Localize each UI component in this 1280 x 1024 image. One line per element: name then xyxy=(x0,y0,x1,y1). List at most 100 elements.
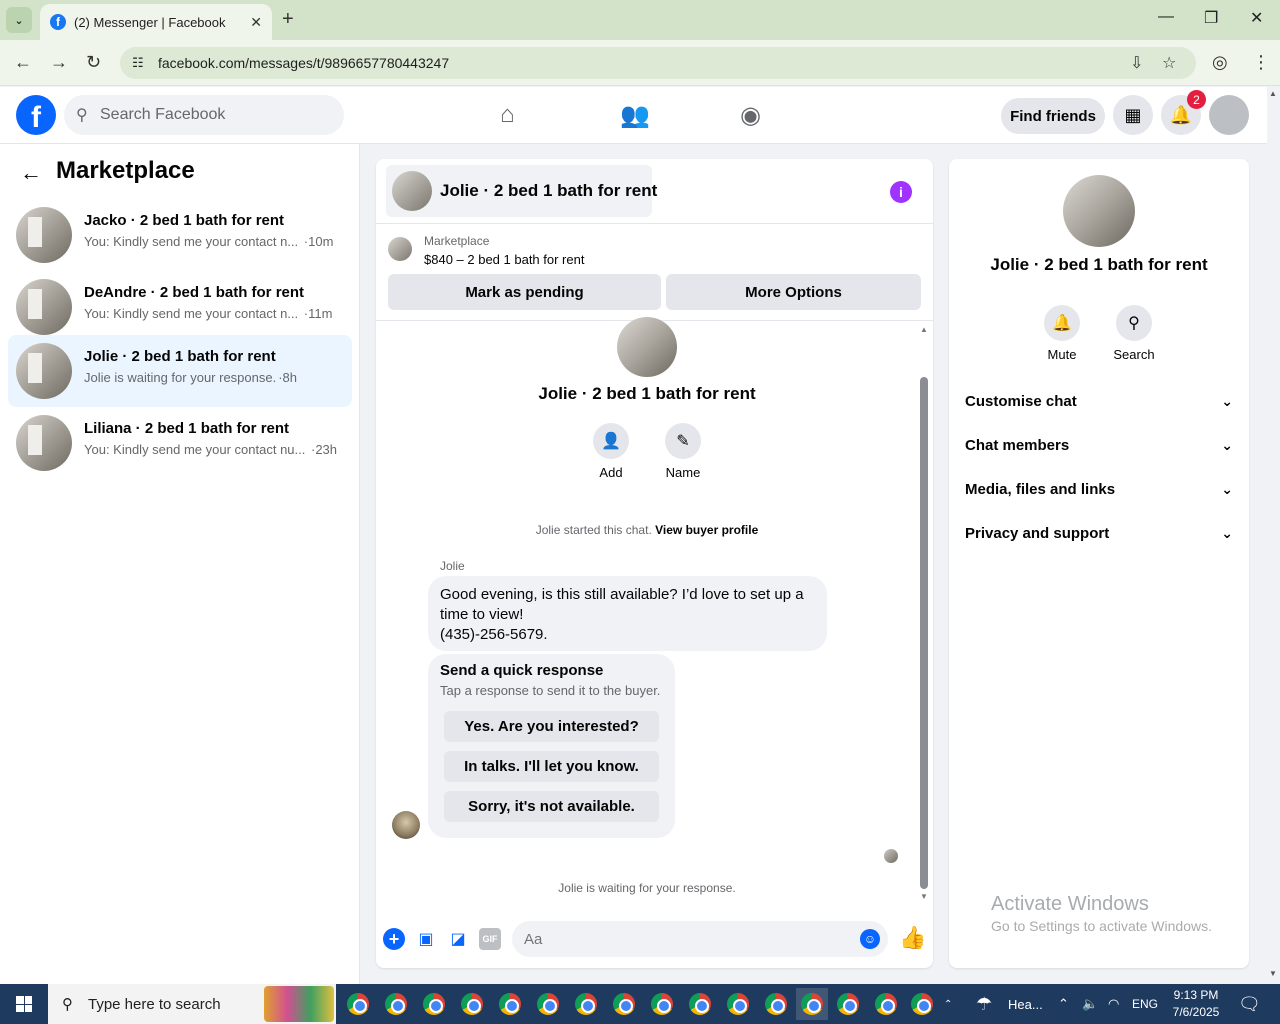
volume-icon[interactable]: 🔈 xyxy=(1082,984,1098,1024)
quick-reply-interested[interactable]: Yes. Are you interested? xyxy=(444,711,659,742)
quick-reply-not-available[interactable]: Sorry, it's not available. xyxy=(444,791,659,822)
activate-windows-watermark: Activate Windows Go to Settings to activ… xyxy=(991,893,1212,934)
notifications-center-icon[interactable]: 🗨 xyxy=(1238,984,1261,1024)
thumbs-up-icon[interactable]: 👍 xyxy=(899,925,926,951)
mute-button[interactable]: 🔔 Mute xyxy=(1032,305,1092,362)
message-input[interactable] xyxy=(512,921,888,957)
browser-toolbar: ← → ↻ ☷ facebook.com/messages/t/98966577… xyxy=(0,40,1280,86)
taskbar-chrome-icon[interactable] xyxy=(570,988,602,1020)
taskbar-chrome-icon[interactable] xyxy=(380,988,412,1020)
taskbar-chrome-icon[interactable] xyxy=(456,988,488,1020)
taskbar-chrome-icon[interactable] xyxy=(646,988,678,1020)
browser-tabbar: ⌄ f (2) Messenger | Facebook ✕ + — ❐ ✕ xyxy=(0,0,1280,40)
taskbar-chrome-icon[interactable] xyxy=(418,988,450,1020)
reload-icon[interactable]: ↻ xyxy=(86,52,101,73)
facebook-search-input[interactable]: ⚲ Search Facebook xyxy=(64,95,344,135)
restore-icon[interactable]: ❐ xyxy=(1204,8,1218,28)
language-indicator[interactable]: ENG xyxy=(1132,984,1158,1024)
taskbar-chrome-icon-active[interactable] xyxy=(796,988,828,1020)
home-icon[interactable]: ⌂ xyxy=(500,101,515,129)
search-chat-button[interactable]: ⚲ Search xyxy=(1104,305,1164,362)
conversation-preview: You: Kindly send me your contact n... ·1… xyxy=(84,234,334,249)
emoji-icon[interactable]: ☺ xyxy=(860,929,880,949)
chat-members-row[interactable]: Chat members ⌄ xyxy=(965,425,1233,465)
conversation-item[interactable]: Jacko · 2 bed 1 bath for rent You: Kindl… xyxy=(8,199,352,271)
more-options-button[interactable]: More Options xyxy=(666,274,921,310)
start-button[interactable] xyxy=(0,984,48,1024)
sticker-icon[interactable]: ◪ xyxy=(447,928,469,950)
scroll-up-icon[interactable]: ▲ xyxy=(1269,89,1277,98)
add-people-button[interactable]: 👤 Add xyxy=(581,423,641,480)
customise-chat-row[interactable]: Customise chat ⌄ xyxy=(965,381,1233,421)
listing-price[interactable]: $840 – 2 bed 1 bath for rent xyxy=(424,252,584,267)
edit-name-button[interactable]: ✎ Name xyxy=(653,423,713,480)
taskbar-chrome-icon[interactable] xyxy=(608,988,640,1020)
divider xyxy=(376,223,933,224)
find-friends-button[interactable]: Find friends xyxy=(1001,98,1105,134)
privacy-support-row[interactable]: Privacy and support ⌄ xyxy=(965,513,1233,553)
scroll-down-icon[interactable]: ▼ xyxy=(1269,969,1277,978)
taskbar-chrome-icon[interactable] xyxy=(532,988,564,1020)
new-tab-icon[interactable]: + xyxy=(282,8,294,31)
menu-grid-icon[interactable]: ▦ xyxy=(1113,95,1153,135)
conversation-preview: Jolie is waiting for your response. ·8h xyxy=(84,370,297,385)
taskbar-chrome-icon[interactable] xyxy=(906,988,938,1020)
taskbar-chrome-icon[interactable] xyxy=(684,988,716,1020)
conversation-item-active[interactable]: Jolie · 2 bed 1 bath for rent Jolie is w… xyxy=(8,335,352,407)
taskbar-chrome-icon[interactable] xyxy=(494,988,526,1020)
page-scrollbar[interactable]: ▲ ▼ xyxy=(1267,87,1280,984)
scroll-up-icon[interactable]: ▲ xyxy=(920,325,928,334)
scroll-thumb[interactable] xyxy=(920,377,928,889)
view-buyer-profile-link[interactable]: View buyer profile xyxy=(655,523,758,537)
friends-icon[interactable]: 👥 xyxy=(620,101,650,130)
weather-umbrella-icon[interactable]: ☂ xyxy=(976,984,992,1024)
conversation-avatar xyxy=(16,415,72,471)
tab-search-dropdown[interactable]: ⌄ xyxy=(6,7,32,33)
conversation-name: Jacko · 2 bed 1 bath for rent xyxy=(84,212,285,229)
account-avatar[interactable] xyxy=(1209,95,1249,135)
chat-header[interactable]: Jolie · 2 bed 1 bath for rent xyxy=(386,165,657,217)
groups-icon[interactable]: ◉ xyxy=(740,101,761,130)
mark-as-pending-button[interactable]: Mark as pending xyxy=(388,274,661,310)
show-hidden-icons-icon[interactable]: ⌃ xyxy=(1058,984,1069,1024)
menu-kebab-icon[interactable]: ⋮ xyxy=(1252,52,1270,73)
quick-reply-in-talks[interactable]: In talks. I'll let you know. xyxy=(444,751,659,782)
taskbar-chrome-icon[interactable] xyxy=(342,988,374,1020)
media-files-links-row[interactable]: Media, files and links ⌄ xyxy=(965,469,1233,509)
chat-scrollbar[interactable]: ▲ ▼ xyxy=(918,325,930,903)
close-window-icon[interactable]: ✕ xyxy=(1250,8,1263,28)
chat-started-notice: Jolie started this chat. View buyer prof… xyxy=(535,523,759,537)
minimize-icon[interactable]: — xyxy=(1158,8,1174,26)
browser-tab[interactable]: f (2) Messenger | Facebook ✕ xyxy=(40,4,272,40)
taskbar-chrome-icon[interactable] xyxy=(760,988,792,1020)
photo-icon[interactable]: ▣ xyxy=(415,928,437,950)
bookmark-star-icon[interactable]: ☆ xyxy=(1162,53,1176,73)
tab-close-icon[interactable]: ✕ xyxy=(250,14,262,31)
forward-icon[interactable]: → xyxy=(50,52,68,73)
site-settings-icon[interactable]: ☷ xyxy=(132,55,144,71)
listing-thumbnail[interactable] xyxy=(388,237,412,261)
taskbar-overflow-icon[interactable]: ⌃ xyxy=(944,984,952,1024)
back-arrow-icon[interactable]: ← xyxy=(20,160,42,186)
wifi-icon[interactable]: ◠ xyxy=(1108,984,1119,1024)
conversation-item[interactable]: Liliana · 2 bed 1 bath for rent You: Kin… xyxy=(8,407,352,479)
taskbar-chrome-icon[interactable] xyxy=(870,988,902,1020)
install-app-icon[interactable]: ⇩ xyxy=(1130,53,1143,73)
back-icon[interactable]: ← xyxy=(14,52,32,73)
profile-icon[interactable]: ◎ xyxy=(1212,52,1228,73)
plus-icon[interactable]: + xyxy=(383,928,405,950)
info-icon[interactable]: i xyxy=(890,181,912,203)
clock[interactable]: 9:13 PM 7/6/2025 xyxy=(1164,987,1228,1021)
facebook-header: f ⚲ Search Facebook ⌂ 👥 ◉ Find friends ▦… xyxy=(0,87,1267,144)
gif-icon[interactable]: GIF xyxy=(479,928,501,950)
conversation-avatar xyxy=(16,343,72,399)
taskbar-chrome-icon[interactable] xyxy=(722,988,754,1020)
scroll-down-icon[interactable]: ▼ xyxy=(920,892,928,901)
tab-title: (2) Messenger | Facebook xyxy=(74,14,226,30)
conversation-item[interactable]: DeAndre · 2 bed 1 bath for rent You: Kin… xyxy=(8,271,352,343)
taskbar-chrome-icon[interactable] xyxy=(832,988,864,1020)
weather-text[interactable]: Hea... xyxy=(1008,984,1043,1024)
address-bar[interactable]: ☷ facebook.com/messages/t/98966577804432… xyxy=(120,47,1196,79)
taskbar-search[interactable]: ⚲ Type here to search xyxy=(48,984,336,1024)
facebook-logo-icon[interactable]: f xyxy=(16,95,56,135)
